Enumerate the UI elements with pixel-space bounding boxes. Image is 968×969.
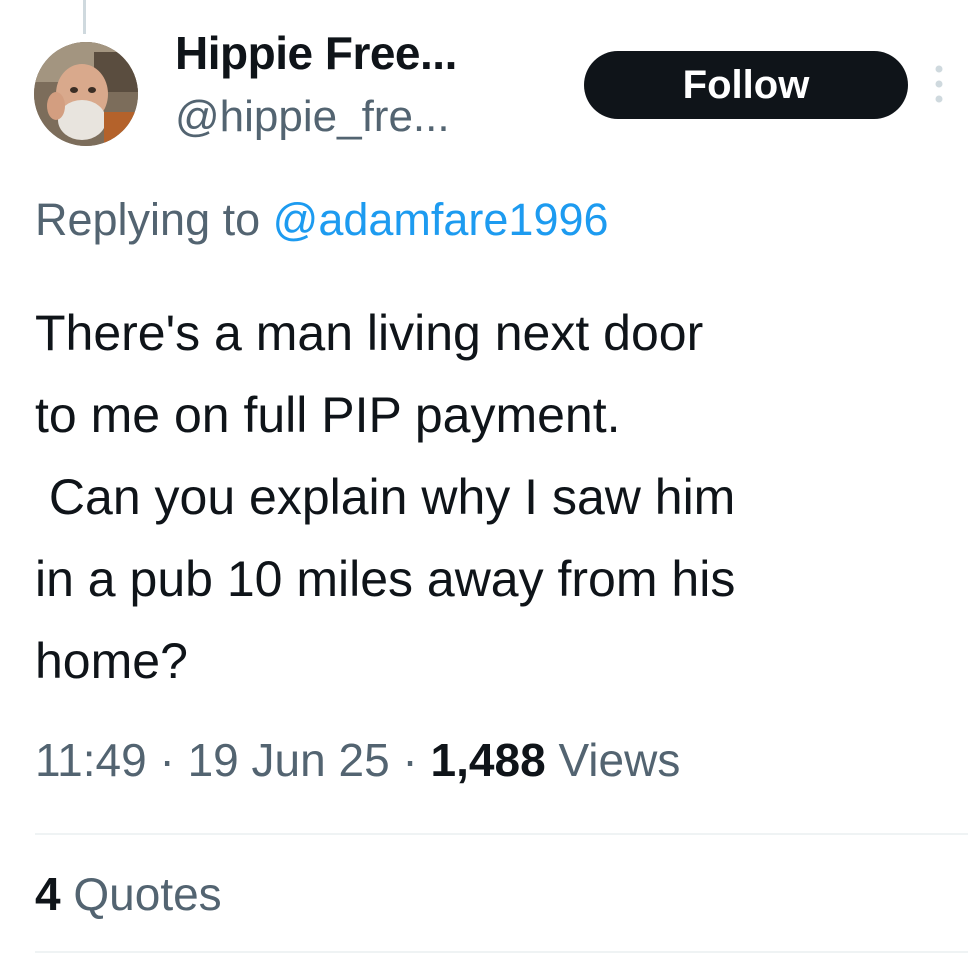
meta-separator: · <box>146 734 188 786</box>
quotes-label: Quotes <box>60 868 222 920</box>
tweet-date[interactable]: 19 Jun 25 <box>188 734 390 786</box>
follow-button[interactable]: Follow <box>584 51 908 119</box>
tweet-text: There's a man living next door to me on … <box>35 305 736 689</box>
author-handle[interactable]: @hippie_fre... <box>175 92 450 142</box>
views-count: 1,488 <box>430 734 546 786</box>
author-display-name[interactable]: Hippie Free... <box>175 26 457 80</box>
quotes-link[interactable]: 4 Quotes <box>35 867 222 921</box>
meta-separator: · <box>389 734 431 786</box>
avatar[interactable] <box>34 42 138 146</box>
thread-connector-line <box>83 0 86 34</box>
avatar-image <box>34 42 138 146</box>
divider <box>35 833 968 835</box>
views-label: Views <box>545 734 681 786</box>
tweet-meta: 11:49 · 19 Jun 25 · 1,488 Views <box>35 733 680 787</box>
replying-to: Replying to @adamfare1996 <box>35 194 609 246</box>
reply-mention-link[interactable]: @adamfare1996 <box>273 194 609 245</box>
more-vertical-icon[interactable] <box>932 62 946 106</box>
quotes-count: 4 <box>35 868 61 920</box>
replying-to-prefix: Replying to <box>35 194 273 245</box>
divider <box>35 951 968 953</box>
tweet-time[interactable]: 11:49 <box>35 734 147 786</box>
